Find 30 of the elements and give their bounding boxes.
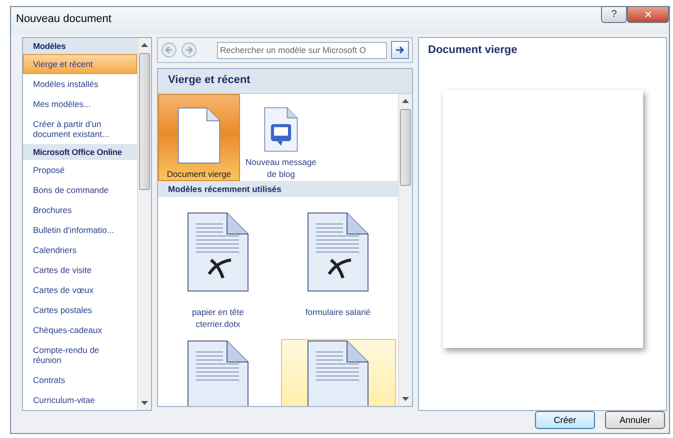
category-item[interactable]: Mes modèles... (23, 94, 137, 114)
category-item[interactable]: Vierge et récent (23, 54, 137, 74)
category-item[interactable]: Bons de commande (23, 180, 137, 200)
category-header: Modèles (23, 38, 137, 54)
category-item[interactable]: Compte-rendu de réunion (23, 340, 137, 370)
search-field[interactable]: Rechercher un modèle sur Microsoft O (217, 42, 387, 58)
template-tile[interactable]: papier en tête cterrier.dotx (160, 211, 276, 339)
category-header: Microsoft Office Online (23, 144, 137, 160)
category-item[interactable]: Modèles installés (23, 74, 137, 94)
category-item[interactable]: Contrats (23, 370, 137, 390)
category-item[interactable]: Brochures (23, 200, 137, 220)
template-tile[interactable]: Document vierge (158, 94, 240, 181)
category-item[interactable]: Curriculum-vitae (23, 390, 137, 410)
window-title: Nouveau document (16, 13, 112, 25)
category-item[interactable]: Bulletin d'informatio... (23, 220, 137, 240)
category-item[interactable]: Proposé (23, 160, 137, 180)
category-item[interactable]: Créer à partir d'un document existant... (23, 114, 137, 144)
category-item[interactable]: Calendriers (23, 240, 137, 260)
template-tile[interactable]: formulaire salarié (280, 211, 396, 339)
create-button[interactable]: Créer (535, 411, 595, 429)
help-button[interactable]: ? (601, 6, 627, 23)
gallery-title: Vierge et récent (158, 69, 412, 94)
category-item[interactable]: Cartes de visite (23, 260, 137, 280)
section-header: Modèles récemment utilisés (158, 181, 398, 197)
cancel-button[interactable]: Annuler (605, 411, 665, 429)
category-item[interactable]: Cartes postales (23, 300, 137, 320)
preview-title: Document vierge (427, 43, 518, 58)
template-tile[interactable]: Nouveau message de blog (240, 94, 322, 181)
category-item[interactable]: Chèques-cadeaux (23, 320, 137, 340)
category-item[interactable]: Cartes de vœux (23, 280, 137, 300)
